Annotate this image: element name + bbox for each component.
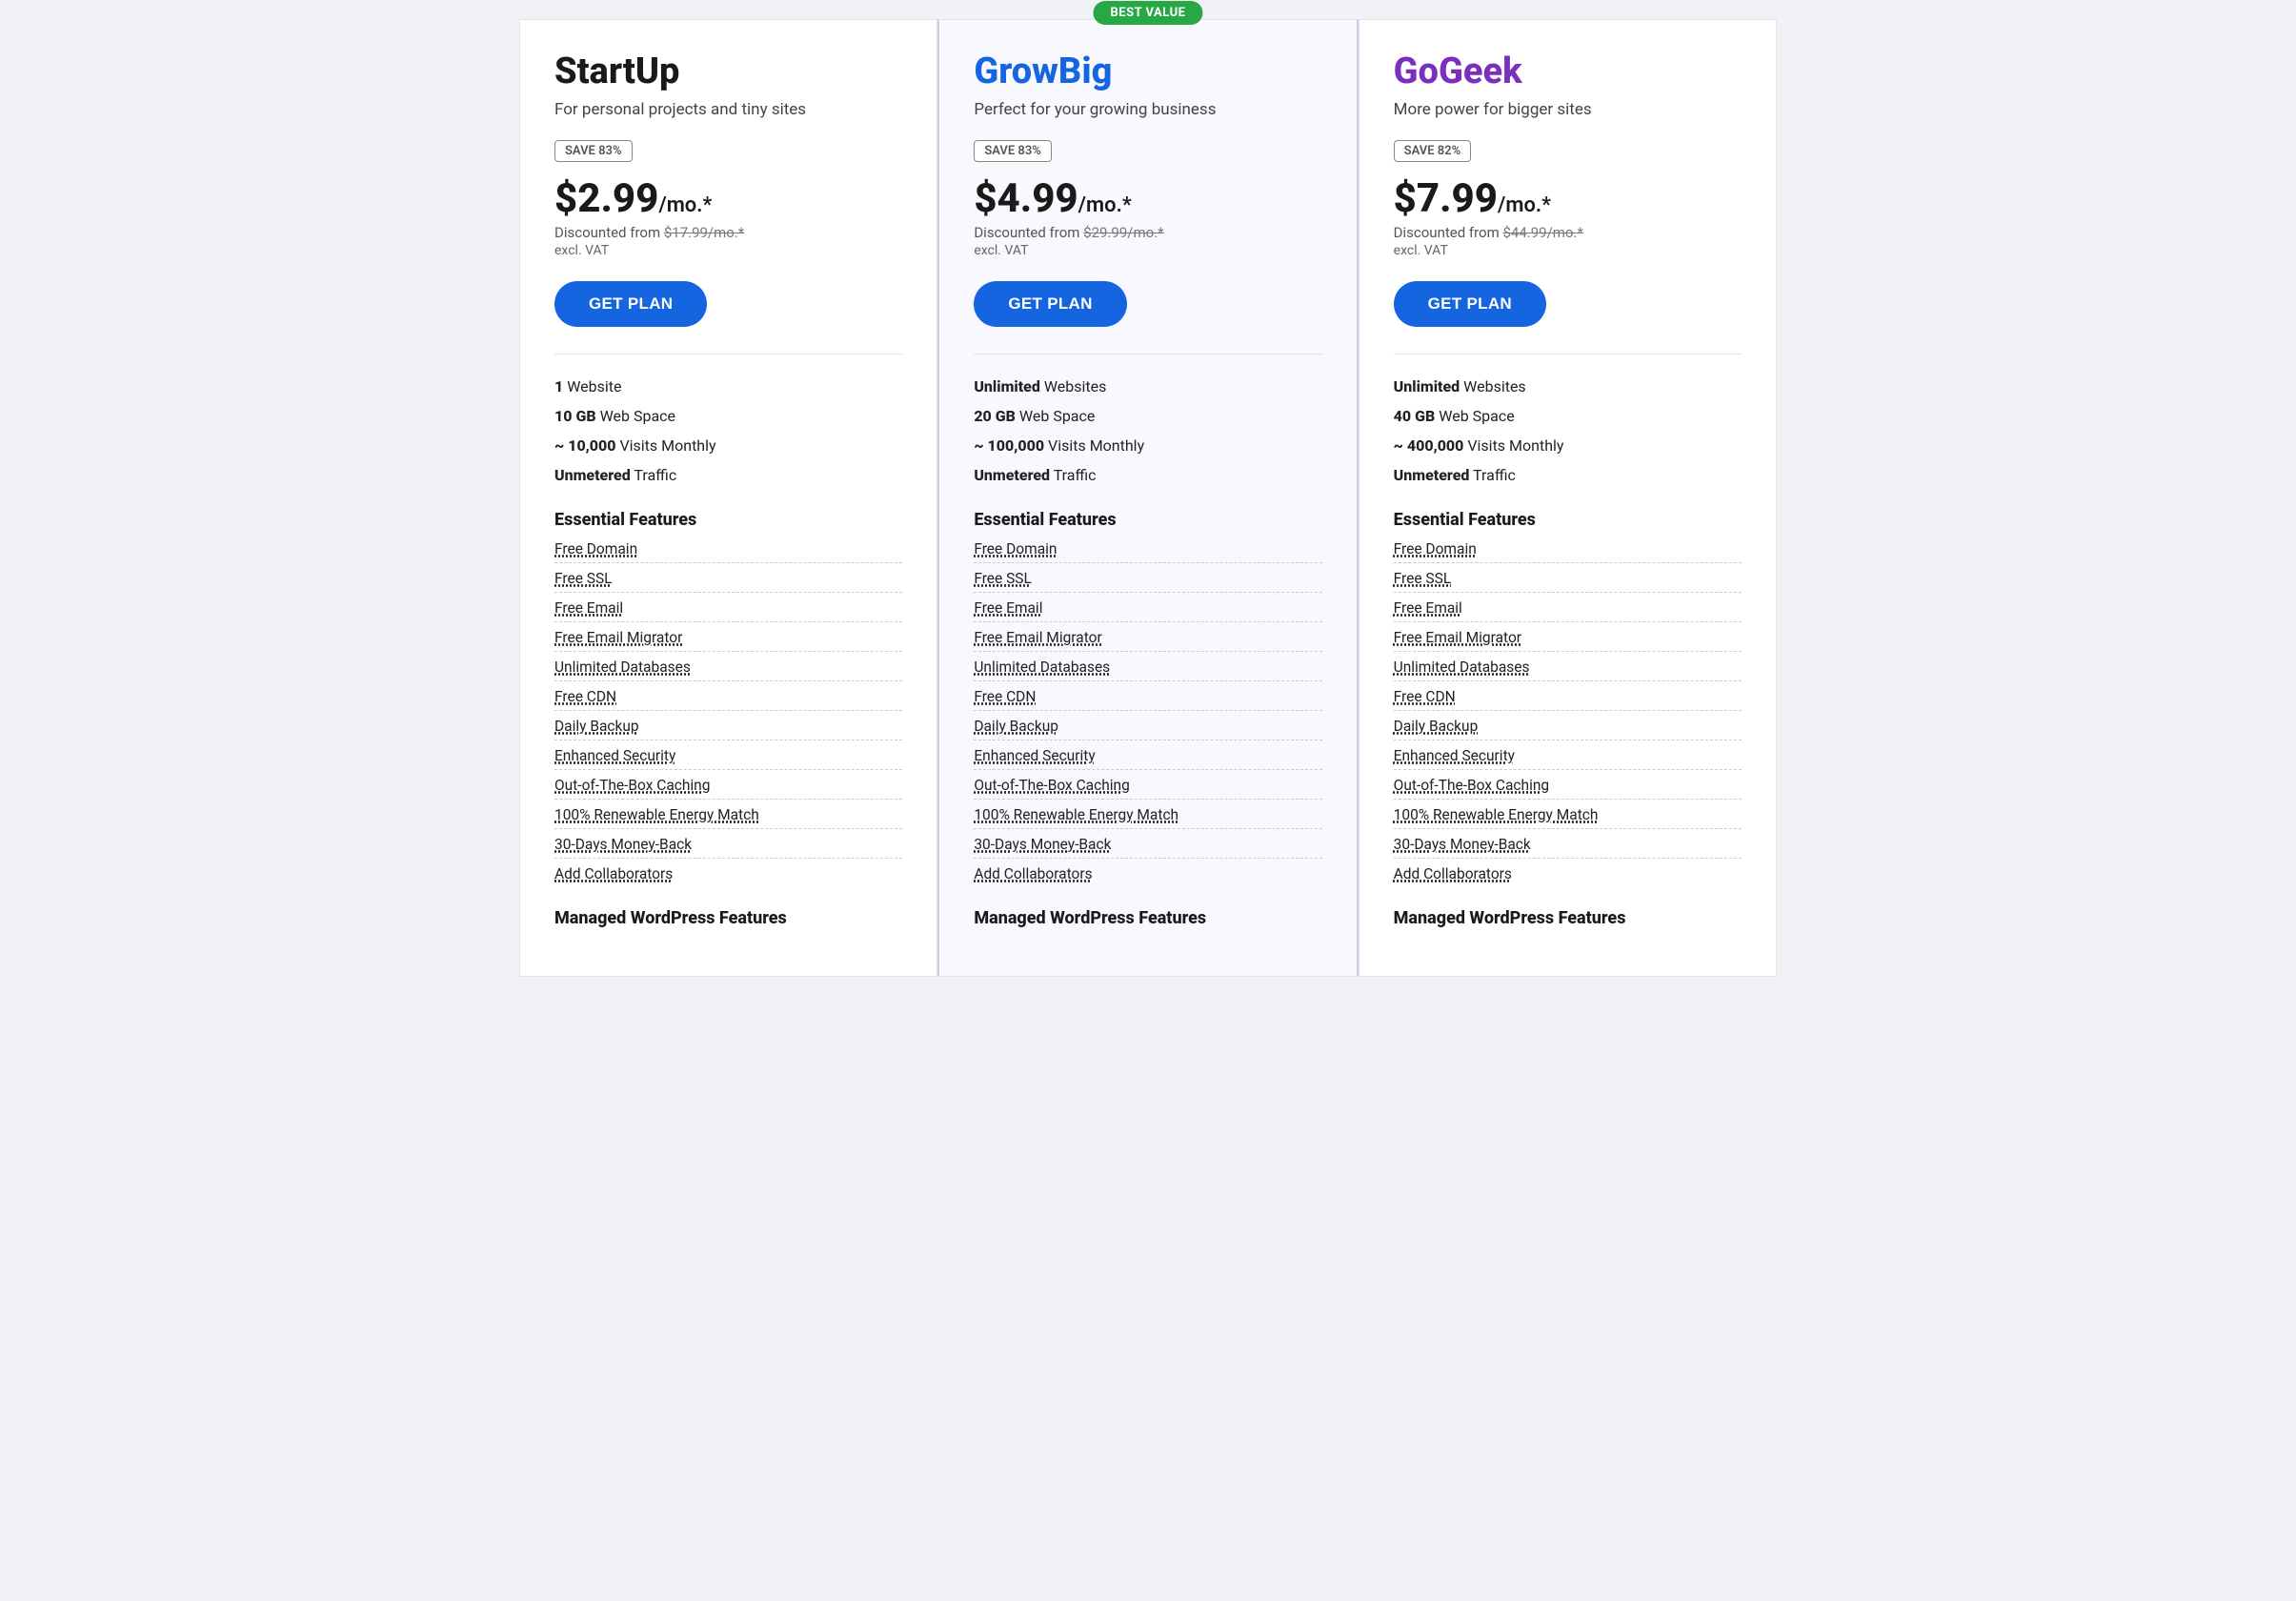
plan-price-growbig: $4.99/mo.* <box>974 175 1321 222</box>
essential-item[interactable]: Free SSL <box>554 570 902 593</box>
essential-item[interactable]: Daily Backup <box>1394 718 1742 740</box>
spec-item: Unlimited Websites <box>1394 375 1742 398</box>
get-plan-button-startup[interactable]: GET PLAN <box>554 281 707 327</box>
essential-features-title-growbig: Essential Features <box>974 510 1321 530</box>
essential-item[interactable]: Out-of-The-Box Caching <box>974 777 1321 800</box>
plan-name-gogeek: GoGeek <box>1394 51 1742 92</box>
essential-item[interactable]: Free CDN <box>1394 688 1742 711</box>
plan-tagline-growbig: Perfect for your growing business <box>974 100 1321 119</box>
plan-card-gogeek: GoGeek More power for bigger sites SAVE 82… <box>1359 19 1777 977</box>
managed-wp-title-gogeek: Managed WordPress Features <box>1394 908 1742 928</box>
excl-vat-startup: excl. VAT <box>554 243 902 258</box>
essential-item[interactable]: Free Email Migrator <box>1394 629 1742 652</box>
essential-item[interactable]: Free Domain <box>974 540 1321 563</box>
essential-item[interactable]: Enhanced Security <box>554 747 902 770</box>
discounted-from-gogeek: Discounted from $44.99/mo.* <box>1394 224 1742 241</box>
divider-startup <box>554 354 902 355</box>
excl-vat-growbig: excl. VAT <box>974 243 1321 258</box>
essential-item[interactable]: Add Collaborators <box>974 865 1321 887</box>
pricing-container: StartUp For personal projects and tiny si… <box>519 19 1777 977</box>
essential-item[interactable]: Free Domain <box>554 540 902 563</box>
spec-item: 1 Website <box>554 375 902 398</box>
essential-item[interactable]: Add Collaborators <box>554 865 902 887</box>
spec-item: Unmetered Traffic <box>554 464 902 487</box>
essential-item[interactable]: Unlimited Databases <box>554 659 902 681</box>
essential-item[interactable]: Enhanced Security <box>1394 747 1742 770</box>
essential-item[interactable]: Daily Backup <box>554 718 902 740</box>
spec-item: ~ 10,000 Visits Monthly <box>554 435 902 457</box>
plan-tagline-startup: For personal projects and tiny sites <box>554 100 902 119</box>
discounted-from-growbig: Discounted from $29.99/mo.* <box>974 224 1321 241</box>
spec-item: Unmetered Traffic <box>974 464 1321 487</box>
plan-name-growbig: GrowBig <box>974 51 1321 92</box>
divider-growbig <box>974 354 1321 355</box>
spec-item: ~ 100,000 Visits Monthly <box>974 435 1321 457</box>
spec-item: ~ 400,000 Visits Monthly <box>1394 435 1742 457</box>
essential-item[interactable]: Unlimited Databases <box>974 659 1321 681</box>
essential-item[interactable]: Daily Backup <box>974 718 1321 740</box>
essential-list-startup: Free Domain Free SSL Free Email Free Email … <box>554 539 902 893</box>
plan-card-startup: StartUp For personal projects and tiny si… <box>519 19 937 977</box>
essential-item[interactable]: 100% Renewable Energy Match <box>974 806 1321 829</box>
essential-item[interactable]: 100% Renewable Energy Match <box>1394 806 1742 829</box>
save-badge-startup: SAVE 83% <box>554 140 633 162</box>
plan-card-growbig: BEST VALUEGrowBigPerfect for your growin… <box>937 19 1358 977</box>
spec-item: Unmetered Traffic <box>1394 464 1742 487</box>
managed-wp-title-growbig: Managed WordPress Features <box>974 908 1321 928</box>
best-value-badge: BEST VALUE <box>1093 1 1202 25</box>
essential-item[interactable]: Free Domain <box>1394 540 1742 563</box>
divider-gogeek <box>1394 354 1742 355</box>
essential-list-gogeek: Free Domain Free SSL Free Email Free Email … <box>1394 539 1742 893</box>
essential-item[interactable]: Free CDN <box>974 688 1321 711</box>
essential-item[interactable]: 30-Days Money-Back <box>554 836 902 859</box>
essential-item[interactable]: Free SSL <box>1394 570 1742 593</box>
discounted-from-startup: Discounted from $17.99/mo.* <box>554 224 902 241</box>
essential-item[interactable]: Free Email <box>974 599 1321 622</box>
essential-item[interactable]: Enhanced Security <box>974 747 1321 770</box>
specs-list-startup: 1 Website 10 GB Web Space ~ 10,000 Visits … <box>554 375 902 487</box>
plan-name-startup: StartUp <box>554 51 902 92</box>
plan-price-gogeek: $7.99/mo.* <box>1394 175 1742 222</box>
spec-item: 20 GB Web Space <box>974 405 1321 428</box>
essential-item[interactable]: Add Collaborators <box>1394 865 1742 887</box>
essential-features-title-gogeek: Essential Features <box>1394 510 1742 530</box>
get-plan-button-gogeek[interactable]: GET PLAN <box>1394 281 1546 327</box>
plan-price-startup: $2.99/mo.* <box>554 175 902 222</box>
essential-item[interactable]: 30-Days Money-Back <box>1394 836 1742 859</box>
essential-item[interactable]: Free Email Migrator <box>554 629 902 652</box>
plan-tagline-gogeek: More power for bigger sites <box>1394 100 1742 119</box>
managed-wp-title-startup: Managed WordPress Features <box>554 908 902 928</box>
save-badge-growbig: SAVE 83% <box>974 140 1052 162</box>
specs-list-growbig: Unlimited Websites 20 GB Web Space ~ 100,0… <box>974 375 1321 487</box>
spec-item: Unlimited Websites <box>974 375 1321 398</box>
excl-vat-gogeek: excl. VAT <box>1394 243 1742 258</box>
essential-item[interactable]: Free CDN <box>554 688 902 711</box>
essential-item[interactable]: 100% Renewable Energy Match <box>554 806 902 829</box>
essential-list-growbig: Free Domain Free SSL Free Email Free Email … <box>974 539 1321 893</box>
save-badge-gogeek: SAVE 82% <box>1394 140 1472 162</box>
essential-item[interactable]: Free Email <box>1394 599 1742 622</box>
spec-item: 10 GB Web Space <box>554 405 902 428</box>
essential-features-title-startup: Essential Features <box>554 510 902 530</box>
essential-item[interactable]: Unlimited Databases <box>1394 659 1742 681</box>
essential-item[interactable]: Out-of-The-Box Caching <box>554 777 902 800</box>
essential-item[interactable]: Free SSL <box>974 570 1321 593</box>
essential-item[interactable]: Free Email <box>554 599 902 622</box>
essential-item[interactable]: 30-Days Money-Back <box>974 836 1321 859</box>
essential-item[interactable]: Free Email Migrator <box>974 629 1321 652</box>
specs-list-gogeek: Unlimited Websites 40 GB Web Space ~ 400,0… <box>1394 375 1742 487</box>
essential-item[interactable]: Out-of-The-Box Caching <box>1394 777 1742 800</box>
get-plan-button-growbig[interactable]: GET PLAN <box>974 281 1126 327</box>
spec-item: 40 GB Web Space <box>1394 405 1742 428</box>
